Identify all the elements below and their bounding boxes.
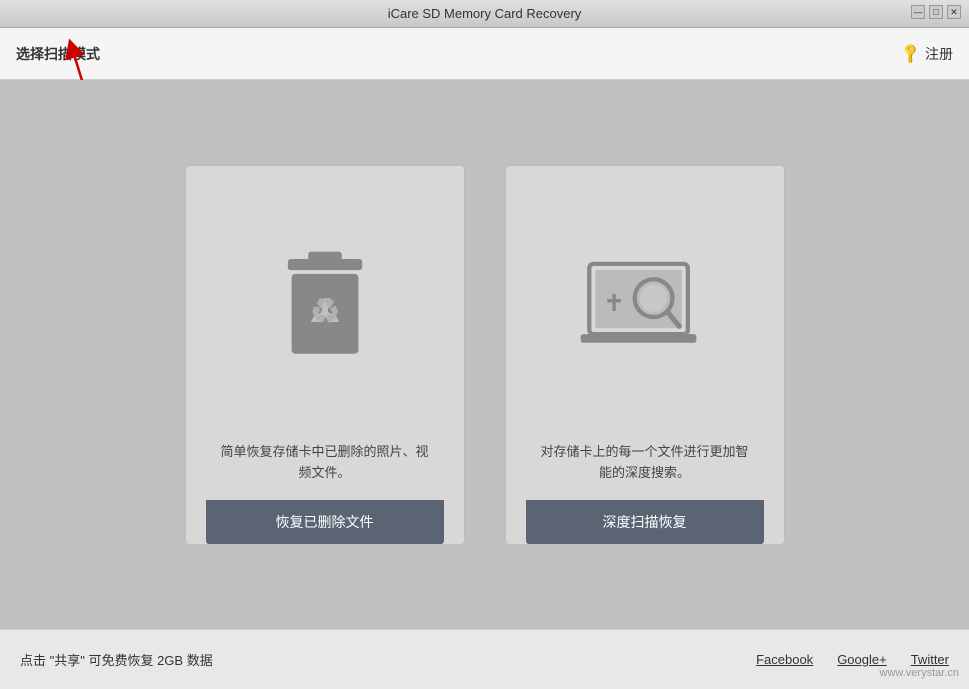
- card-icon-area-1: ♻: [265, 196, 385, 426]
- scan-mode-label: 选择扫描模式: [16, 44, 100, 64]
- bottom-bar: 点击 "共享" 可免费恢复 2GB 数据 Facebook Google+ Tw…: [0, 629, 969, 689]
- toolbar: 选择扫描模式 🔑 注册: [0, 28, 969, 80]
- title-bar: iCare SD Memory Card Recovery — □ ✕: [0, 0, 969, 28]
- card-1-description: 简单恢复存储卡中已删除的照片、视频文件。: [206, 426, 444, 500]
- social-links: Facebook Google+ Twitter: [756, 652, 949, 667]
- deep-scan-button[interactable]: 深度扫描恢复: [526, 500, 764, 544]
- maximize-button[interactable]: □: [929, 5, 943, 19]
- twitter-link[interactable]: Twitter: [911, 652, 949, 667]
- key-icon: 🔑: [898, 41, 922, 65]
- facebook-link[interactable]: Facebook: [756, 652, 813, 667]
- svg-text:♻: ♻: [309, 292, 341, 331]
- register-button[interactable]: 🔑 注册: [902, 44, 953, 64]
- minimize-button[interactable]: —: [911, 5, 925, 19]
- share-promo-text: 点击 "共享" 可免费恢复 2GB 数据: [20, 650, 213, 669]
- window-controls: — □ ✕: [911, 5, 961, 19]
- recycle-trash-icon: ♻: [265, 246, 385, 376]
- register-label: 注册: [925, 44, 953, 64]
- close-button[interactable]: ✕: [947, 5, 961, 19]
- deep-scan-card[interactable]: 对存储卡上的每一个文件进行更加智能的深度搜索。 深度扫描恢复: [505, 165, 785, 545]
- toolbar-left: 选择扫描模式: [16, 44, 100, 64]
- main-content: ♻ 简单恢复存储卡中已删除的照片、视频文件。 恢复已删除文件: [0, 80, 969, 629]
- googleplus-link[interactable]: Google+: [837, 652, 887, 667]
- toolbar-right: 🔑 注册: [902, 44, 953, 64]
- deep-scan-icon: [575, 251, 715, 371]
- recover-deleted-card[interactable]: ♻ 简单恢复存储卡中已删除的照片、视频文件。 恢复已删除文件: [185, 165, 465, 545]
- app-title: iCare SD Memory Card Recovery: [388, 6, 582, 21]
- card-icon-area-2: [575, 196, 715, 426]
- recover-deleted-button[interactable]: 恢复已删除文件: [206, 500, 444, 544]
- card-2-description: 对存储卡上的每一个文件进行更加智能的深度搜索。: [526, 426, 764, 500]
